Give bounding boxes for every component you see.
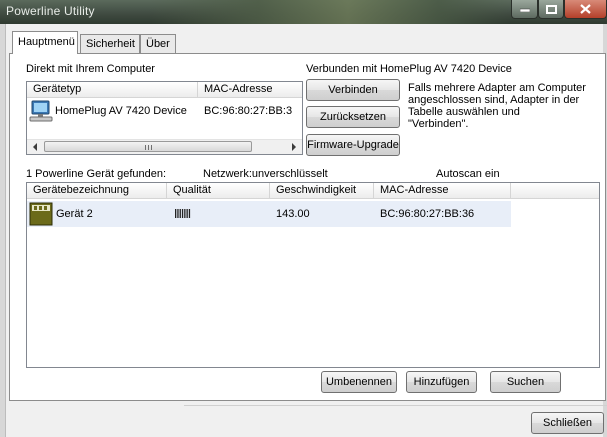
device-speed: 143.00	[276, 208, 310, 220]
minimize-button[interactable]	[511, 0, 538, 19]
scrollbar-thumb[interactable]	[44, 141, 252, 152]
quality-bars	[175, 209, 191, 218]
powerline-device-list[interactable]: Gerätebezeichnung Qualität Geschwindigke…	[26, 182, 600, 368]
window-title: Powerline Utility	[6, 4, 95, 18]
device-mac-address: BC:96:80:27:BB:36	[380, 208, 475, 220]
maximize-button[interactable]	[538, 0, 564, 19]
column-geraetetyp[interactable]: Gerätetyp	[27, 82, 198, 98]
computer-icon	[29, 100, 53, 122]
quality-bar	[181, 209, 184, 218]
column-qualitaet[interactable]: Qualität	[167, 183, 270, 199]
direct-device-list[interactable]: Gerätetyp MAC-Adresse HomePlug AV 7420 D…	[26, 81, 303, 155]
window-frame-left	[0, 24, 6, 437]
powerline-adapter-icon	[29, 202, 53, 226]
direct-list-header: Gerätetyp MAC-Adresse	[27, 82, 302, 98]
column-device-mac-adresse[interactable]: MAC-Adresse	[374, 183, 511, 199]
device-mac: BC:96:80:27:BB:3	[204, 105, 293, 117]
title-bar[interactable]: Powerline Utility	[0, 0, 607, 24]
connect-hint: Falls mehrere Adapter am Computer angesc…	[408, 82, 586, 130]
scroll-left-button[interactable]	[27, 140, 43, 154]
column-geraetebezeichnung[interactable]: Gerätebezeichnung	[27, 183, 167, 199]
close-icon	[580, 4, 591, 14]
arrow-left-icon	[33, 143, 37, 151]
table-row[interactable]: Gerät 2 143.00 BC:96:80:27:BB:36	[27, 201, 511, 227]
reset-button[interactable]: Zurücksetzen	[306, 106, 400, 128]
list-item[interactable]: HomePlug AV 7420 Device BC:96:80:27:BB:3	[27, 99, 302, 123]
connected-heading: Verbunden mit HomePlug AV 7420 Device	[306, 63, 512, 75]
scroll-right-button[interactable]	[286, 140, 302, 154]
quality-bar	[179, 209, 181, 218]
search-button[interactable]: Suchen	[490, 371, 561, 393]
close-button[interactable]: Schließen	[531, 412, 604, 434]
title-bar-background	[150, 0, 510, 24]
network-status: Netzwerk:unverschlüsselt	[203, 168, 328, 180]
devices-found-count: 1 Powerline Gerät gefunden:	[26, 168, 167, 180]
rename-button[interactable]: Umbenennen	[321, 371, 397, 393]
quality-bar	[188, 209, 191, 218]
device-type: HomePlug AV 7420 Device	[55, 105, 187, 117]
quality-bar	[175, 209, 177, 218]
tab-sicherheit[interactable]: Sicherheit	[80, 34, 140, 53]
maximize-icon	[545, 4, 557, 14]
device-name: Gerät 2	[56, 208, 93, 220]
minimize-icon	[519, 8, 530, 12]
column-geschwindigkeit[interactable]: Geschwindigkeit	[270, 183, 374, 199]
tab-hauptmenu[interactable]: Hauptmenü	[12, 31, 78, 54]
quality-bar	[186, 209, 188, 218]
main-tab-panel: Direkt mit Ihrem Computer Gerätetyp MAC-…	[9, 53, 606, 401]
add-button[interactable]: Hinzufügen	[406, 371, 477, 393]
device-list-header: Gerätebezeichnung Qualität Geschwindigke…	[27, 183, 599, 199]
footer-separator	[184, 405, 607, 406]
tab-uber[interactable]: Über	[140, 34, 176, 53]
direct-heading: Direkt mit Ihrem Computer	[26, 63, 155, 75]
horizontal-scrollbar[interactable]	[27, 139, 302, 154]
column-mac-adresse[interactable]: MAC-Adresse	[198, 82, 303, 98]
arrow-right-icon	[292, 143, 296, 151]
firmware-upgrade-button[interactable]: Firmware-Upgrade	[306, 134, 400, 156]
quality-bar	[184, 209, 186, 218]
window-close-button[interactable]	[564, 0, 607, 19]
connect-button[interactable]: Verbinden	[306, 79, 400, 101]
quality-bar	[177, 209, 179, 218]
autoscan-status: Autoscan ein	[436, 168, 500, 180]
